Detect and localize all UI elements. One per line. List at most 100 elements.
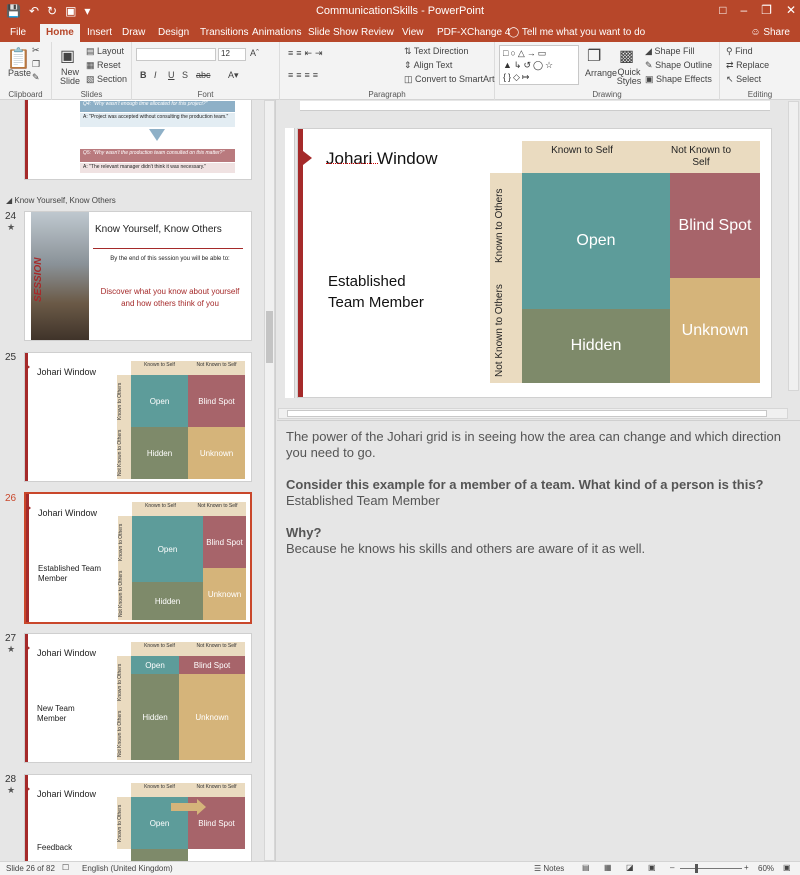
slide-sorter-icon[interactable]: ▦ — [604, 863, 612, 872]
underline-button[interactable]: U — [168, 70, 175, 80]
shapes-gallery[interactable]: □○△→▭ ▲↳↺◯☆ {}◇↦ — [499, 45, 579, 85]
zoom-slider[interactable] — [680, 868, 742, 869]
new-slide-button[interactable]: New Slide — [58, 68, 82, 86]
convert-smartart-button[interactable]: ◫ Convert to SmartArt — [404, 74, 495, 85]
tab-review[interactable]: Review — [359, 24, 396, 42]
grow-font-icon[interactable]: Aˆ — [250, 48, 259, 58]
reset-button[interactable]: ▦ Reset — [86, 60, 121, 71]
section-button[interactable]: ▧ Section — [86, 74, 127, 85]
format-painter-icon[interactable]: ✎ — [32, 72, 40, 83]
zoom-slider-thumb[interactable] — [695, 864, 698, 873]
quick-styles-icon[interactable]: ▩ — [619, 46, 634, 66]
notes-question-2: Why? — [286, 525, 322, 540]
new-slide-icon[interactable]: ▣ — [60, 46, 75, 66]
slide-subtitle-line2[interactable]: Team Member — [328, 294, 424, 311]
slide-vertical-scrollbar[interactable] — [788, 101, 799, 391]
slide-number-24: 24 — [5, 211, 17, 222]
select-button[interactable]: ↖ Select — [726, 74, 761, 85]
slide-title[interactable]: Johari Window — [326, 149, 438, 169]
italic-button[interactable]: I — [154, 70, 157, 80]
quadrant-unknown: Unknown — [179, 674, 245, 760]
tab-file[interactable]: File — [8, 24, 28, 42]
lightbulb-icon: ◯ — [508, 27, 520, 38]
share-button[interactable]: ☺ Share — [750, 24, 790, 42]
font-color-icon[interactable]: A▾ — [228, 70, 239, 81]
header-not-known-self: Not Known to Self — [188, 361, 245, 375]
title-bar: 💾 ↶ ↻ ▣ ▾ CommunicationSkills - PowerPoi… — [0, 0, 800, 24]
quadrant-open: Open — [131, 375, 188, 427]
shape-effects-button[interactable]: ▣ Shape Effects — [645, 74, 712, 85]
tab-slide-show[interactable]: Slide Show — [306, 24, 360, 42]
arrange-button[interactable]: Arrange — [585, 68, 617, 78]
thumbnail-slide-24[interactable]: SESSION Know Yourself, Know Others By th… — [24, 211, 252, 341]
notes-toggle[interactable]: ☰ Notes — [534, 864, 564, 873]
slide-subtitle-line1[interactable]: Established — [328, 273, 406, 290]
strikethrough-button[interactable]: abc — [196, 70, 211, 80]
normal-view-icon[interactable]: ▤ — [582, 863, 590, 872]
shadow-button[interactable]: S — [182, 70, 188, 80]
tab-insert[interactable]: Insert — [85, 24, 114, 42]
header-not-known-others: Not Known to Others — [117, 427, 131, 479]
quadrant-unknown: Unknown — [188, 427, 245, 479]
tab-transitions[interactable]: Transitions — [198, 24, 251, 42]
drawing-group: □○△→▭ ▲↳↺◯☆ {}◇↦ ❐ Arrange ▩ Quick Styles … — [495, 42, 720, 100]
thumbnail-slide-25[interactable]: Johari Window Known to Self Not Known to… — [24, 352, 252, 482]
replace-button[interactable]: ⇄ Replace — [726, 60, 769, 71]
shape-outline-button[interactable]: ✎ Shape Outline — [645, 60, 712, 71]
slideshow-view-icon[interactable]: ▣ — [648, 863, 656, 872]
thumbnail-slide-27[interactable]: Johari Window New Team Member Known to S… — [24, 633, 252, 763]
replace-icon: ⇄ — [726, 60, 734, 70]
spell-check-icon[interactable]: ☐ — [62, 863, 69, 872]
thumbnail-scroll-thumb[interactable] — [266, 311, 273, 363]
johari-grid[interactable]: Known to Self Not Known to Self Known to… — [490, 141, 762, 385]
shape-fill-button[interactable]: ◢ Shape Fill — [645, 46, 694, 57]
tab-view[interactable]: View — [400, 24, 426, 42]
find-icon: ⚲ — [726, 46, 733, 56]
thumbnail-slide-26[interactable]: Johari Window Established Team Member Kn… — [24, 492, 252, 624]
font-size-select[interactable]: 12 — [218, 48, 246, 61]
current-slide[interactable]: Johari Window Established Team Member Kn… — [297, 128, 772, 398]
header-not-known-self: Not Known to Self — [642, 141, 760, 173]
quick-styles-button[interactable]: Quick Styles — [615, 68, 643, 86]
horizontal-scroll-thumb[interactable] — [287, 410, 767, 417]
layout-button[interactable]: ▤ Layout — [86, 46, 124, 57]
accent-bar — [26, 494, 29, 622]
question-q5: Q5: "Why wasn't the production team cons… — [80, 149, 235, 162]
paragraph-label: Paragraph — [368, 90, 406, 99]
zoom-out-icon[interactable]: – — [670, 863, 674, 872]
zoom-level[interactable]: 60% — [758, 864, 774, 873]
tell-me-box[interactable]: ◯ Tell me what you want to do — [506, 24, 647, 42]
paste-button[interactable]: Paste — [8, 68, 31, 78]
cut-icon[interactable]: ✂ — [32, 45, 40, 56]
collapse-triangle-icon: ◢ — [6, 196, 13, 205]
align-text-button[interactable]: ⇕ Align Text — [404, 60, 452, 71]
thumbnail-scrollbar[interactable] — [264, 100, 275, 861]
list-buttons-icon[interactable]: ≡≡⇤⇥ — [288, 48, 326, 59]
tab-home[interactable]: Home — [40, 24, 80, 42]
ribbon-display-icon[interactable]: □ — [719, 3, 726, 17]
restore-icon[interactable]: ❐ — [761, 3, 772, 17]
reading-view-icon[interactable]: ◪ — [626, 863, 634, 872]
tab-draw[interactable]: Draw — [120, 24, 147, 42]
thumbnail-slide-28[interactable]: Johari Window Feedback Known to Self Not… — [24, 774, 252, 861]
copy-icon[interactable]: ❐ — [32, 59, 40, 70]
arrange-icon[interactable]: ❐ — [587, 46, 601, 66]
find-button[interactable]: ⚲ Find — [726, 46, 753, 57]
section-header[interactable]: ◢ Know Yourself, Know Others — [6, 196, 116, 205]
slide-horizontal-scrollbar[interactable] — [278, 408, 788, 419]
font-family-select[interactable] — [136, 48, 216, 61]
notes-pane[interactable]: The power of the Johari grid is in seein… — [277, 420, 800, 861]
fit-to-window-icon[interactable]: ▣ — [783, 863, 791, 872]
close-icon[interactable]: ✕ — [786, 3, 796, 17]
pen-icon: ✎ — [645, 60, 653, 70]
bold-button[interactable]: B — [140, 70, 147, 80]
language-indicator[interactable]: English (United Kingdom) — [82, 864, 173, 873]
tab-design[interactable]: Design — [156, 24, 191, 42]
text-direction-button[interactable]: ⇅ Text Direction — [404, 46, 468, 57]
tab-pdf-xchange[interactable]: PDF-XChange 4 — [435, 24, 512, 42]
thumbnail-slide-23[interactable]: Q4: "Why wasn't enough time allocated fo… — [24, 100, 252, 180]
minimize-icon[interactable]: – — [740, 3, 747, 17]
zoom-in-icon[interactable]: + — [744, 863, 749, 872]
tab-animations[interactable]: Animations — [250, 24, 303, 42]
align-buttons-icon[interactable]: ≡≡≡≡ — [288, 70, 321, 80]
